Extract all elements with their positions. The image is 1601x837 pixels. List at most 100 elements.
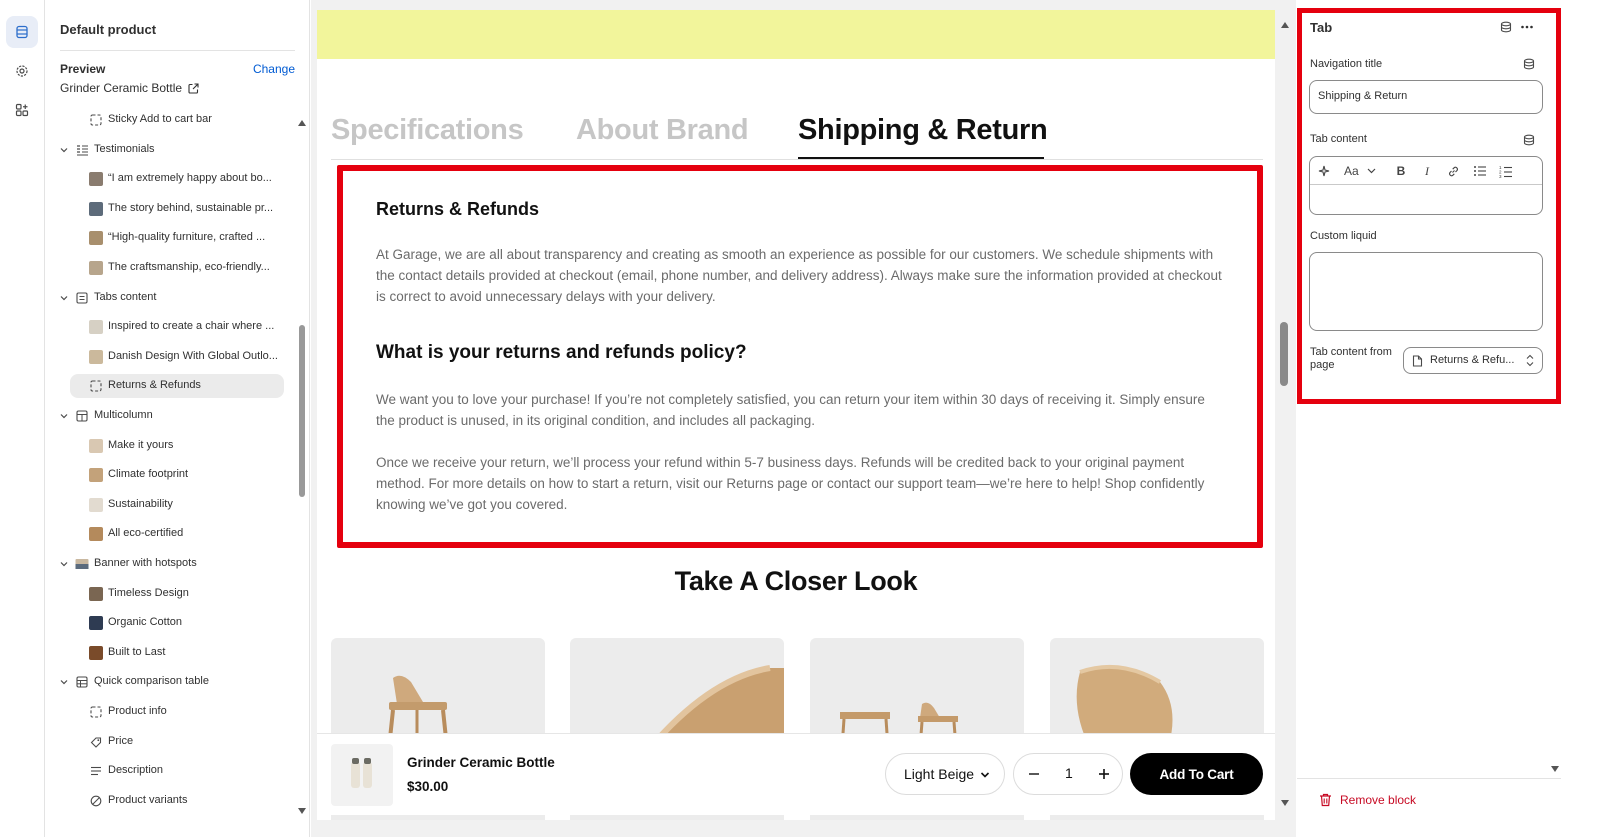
dynamic-source-icon[interactable]	[1500, 21, 1512, 33]
yellow-banner	[317, 10, 1275, 59]
theme-settings-gear-icon[interactable]	[6, 55, 38, 87]
sections-icon[interactable]	[6, 16, 38, 48]
dynamic-source-icon[interactable]	[1523, 134, 1535, 146]
tab-about-brand[interactable]: About Brand	[576, 114, 749, 147]
section-item[interactable]: Quick comparison table	[46, 670, 296, 694]
chevron-down-icon[interactable]	[59, 676, 69, 688]
block-item[interactable]: Timeless Design	[46, 582, 296, 606]
block-title: Tab	[1310, 20, 1333, 35]
tree-item-label: Tabs content	[94, 291, 157, 303]
italic-icon[interactable]: I	[1419, 163, 1435, 179]
scroll-down-arrow[interactable]	[1281, 800, 1289, 806]
tree-item-label: Description	[108, 764, 164, 776]
tree-item-label: All eco-certified	[108, 527, 184, 539]
variant-select[interactable]: Light Beige	[885, 753, 1005, 795]
apps-icon[interactable]	[6, 94, 38, 126]
sections-panel: Default product Preview Change Grinder C…	[46, 0, 310, 837]
tree-item-label: Sustainability	[108, 498, 173, 510]
content-heading-returns: Returns & Refunds	[376, 199, 540, 219]
tab-shipping-return[interactable]: Shipping & Return	[798, 114, 1048, 147]
decrease-quantity-button[interactable]	[1028, 765, 1040, 786]
block-item[interactable]: Price	[46, 730, 296, 754]
block-thumbnail	[89, 320, 103, 334]
dynamic-source-icon[interactable]	[1523, 58, 1535, 70]
block-item[interactable]: Description	[46, 759, 296, 783]
chevron-down-icon[interactable]	[59, 144, 69, 156]
preview-canvas: Specifications About Brand Shipping & Re…	[311, 0, 1296, 837]
navigation-title-input[interactable]: Shipping & Return	[1309, 80, 1543, 114]
block-item[interactable]: “High-quality furniture, crafted ...	[46, 226, 296, 250]
tree-item-label: Product variants	[108, 794, 188, 806]
tab-content-page-select[interactable]: Returns & Refu...	[1403, 347, 1543, 374]
tree-item-label: Timeless Design	[108, 587, 189, 599]
tree-item-label: Banner with hotspots	[94, 557, 197, 569]
increase-quantity-button[interactable]	[1098, 765, 1110, 786]
storefront-page: Specifications About Brand Shipping & Re…	[317, 10, 1275, 820]
block-item[interactable]: All eco-certified	[46, 522, 296, 546]
tab-content-richtext-editor[interactable]: Aa B I 123	[1309, 156, 1543, 215]
scroll-down-arrow[interactable]	[1551, 766, 1559, 772]
section-item[interactable]: Testimonials	[46, 138, 296, 162]
block-item[interactable]: Sticky Add to cart bar	[46, 108, 296, 132]
scroll-up-arrow[interactable]	[1281, 22, 1289, 28]
block-item[interactable]: Make it yours	[46, 434, 296, 458]
ai-sparkle-icon[interactable]	[1316, 163, 1332, 179]
svg-text:3: 3	[1499, 174, 1502, 178]
banner-section-icon	[75, 557, 89, 571]
more-actions-icon[interactable]	[1520, 21, 1534, 33]
custom-liquid-textarea[interactable]	[1309, 252, 1543, 331]
bold-icon[interactable]: B	[1393, 163, 1409, 179]
chevron-down-icon[interactable]	[59, 292, 69, 304]
tab-content-label: Tab content	[1310, 133, 1367, 145]
tab-content-highlight[interactable]: Returns & Refunds At Garage, we are all …	[337, 165, 1263, 548]
chevron-down-icon[interactable]	[59, 410, 69, 422]
section-item[interactable]: Multicolumn	[46, 404, 296, 428]
tree-item-label: Built to Last	[108, 646, 166, 658]
chevron-down-icon[interactable]	[59, 558, 69, 570]
sticky-product-price: $30.00	[407, 779, 449, 794]
canvas-scroll-thumb[interactable]	[1280, 322, 1288, 386]
section-item[interactable]: Tabs content	[46, 286, 296, 310]
block-item[interactable]: The story behind, sustainable pr...	[46, 197, 296, 221]
block-item[interactable]: Built to Last	[46, 641, 296, 665]
tab-specifications[interactable]: Specifications	[331, 114, 524, 147]
scroll-down-arrow[interactable]	[298, 808, 306, 814]
bullet-list-icon[interactable]	[1472, 163, 1488, 179]
block-item[interactable]: Inspired to create a chair where ...	[46, 315, 296, 339]
block-item[interactable]: Product info	[46, 700, 296, 724]
preview-product[interactable]: Grinder Ceramic Bottle	[60, 81, 199, 95]
block-item[interactable]: Climate footprint	[46, 463, 296, 487]
section-item[interactable]: Banner with hotspots	[46, 552, 296, 576]
change-preview-link[interactable]: Change	[253, 62, 295, 76]
block-thumbnail	[89, 646, 103, 660]
custom-liquid-label: Custom liquid	[1310, 230, 1377, 242]
block-item[interactable]: The craftsmanship, eco-friendly...	[46, 256, 296, 280]
tree-item-label: Testimonials	[94, 143, 155, 155]
scroll-up-arrow[interactable]	[298, 120, 306, 126]
block-item[interactable]: “I am extremely happy about bo...	[46, 167, 296, 191]
block-thumbnail	[89, 202, 103, 216]
block-item[interactable]: Sustainability	[46, 493, 296, 517]
left-scroll-thumb[interactable]	[299, 325, 305, 497]
numbered-list-icon[interactable]: 123	[1498, 163, 1514, 179]
add-to-cart-button[interactable]: Add To Cart	[1130, 753, 1263, 795]
variant-value: Light Beige	[904, 766, 975, 782]
quantity-stepper[interactable]: 1	[1013, 753, 1123, 795]
block-item[interactable]: Returns & Refunds	[70, 374, 284, 398]
block-item[interactable]: Danish Design With Global Outlo...	[46, 345, 296, 369]
theme-editor: Default product Preview Change Grinder C…	[0, 0, 1601, 837]
block-item[interactable]: Product variants	[46, 789, 296, 813]
tree-item-label: Sticky Add to cart bar	[108, 113, 212, 125]
block-thumbnail	[89, 172, 103, 186]
link-icon[interactable]	[1445, 163, 1461, 179]
block-thumbnail	[89, 616, 103, 630]
block-item[interactable]: Organic Cotton	[46, 611, 296, 635]
preview-label: Preview	[60, 62, 106, 76]
sticky-product-name: Grinder Ceramic Bottle	[407, 755, 555, 770]
text-style-dropdown[interactable]: Aa	[1344, 163, 1380, 179]
navigation-title-label: Navigation title	[1310, 58, 1383, 70]
block-thumbnail	[89, 498, 103, 512]
canvas-scrollbar[interactable]	[1278, 18, 1292, 808]
remove-block-button[interactable]: Remove block	[1319, 793, 1416, 807]
variants-icon	[89, 794, 103, 808]
